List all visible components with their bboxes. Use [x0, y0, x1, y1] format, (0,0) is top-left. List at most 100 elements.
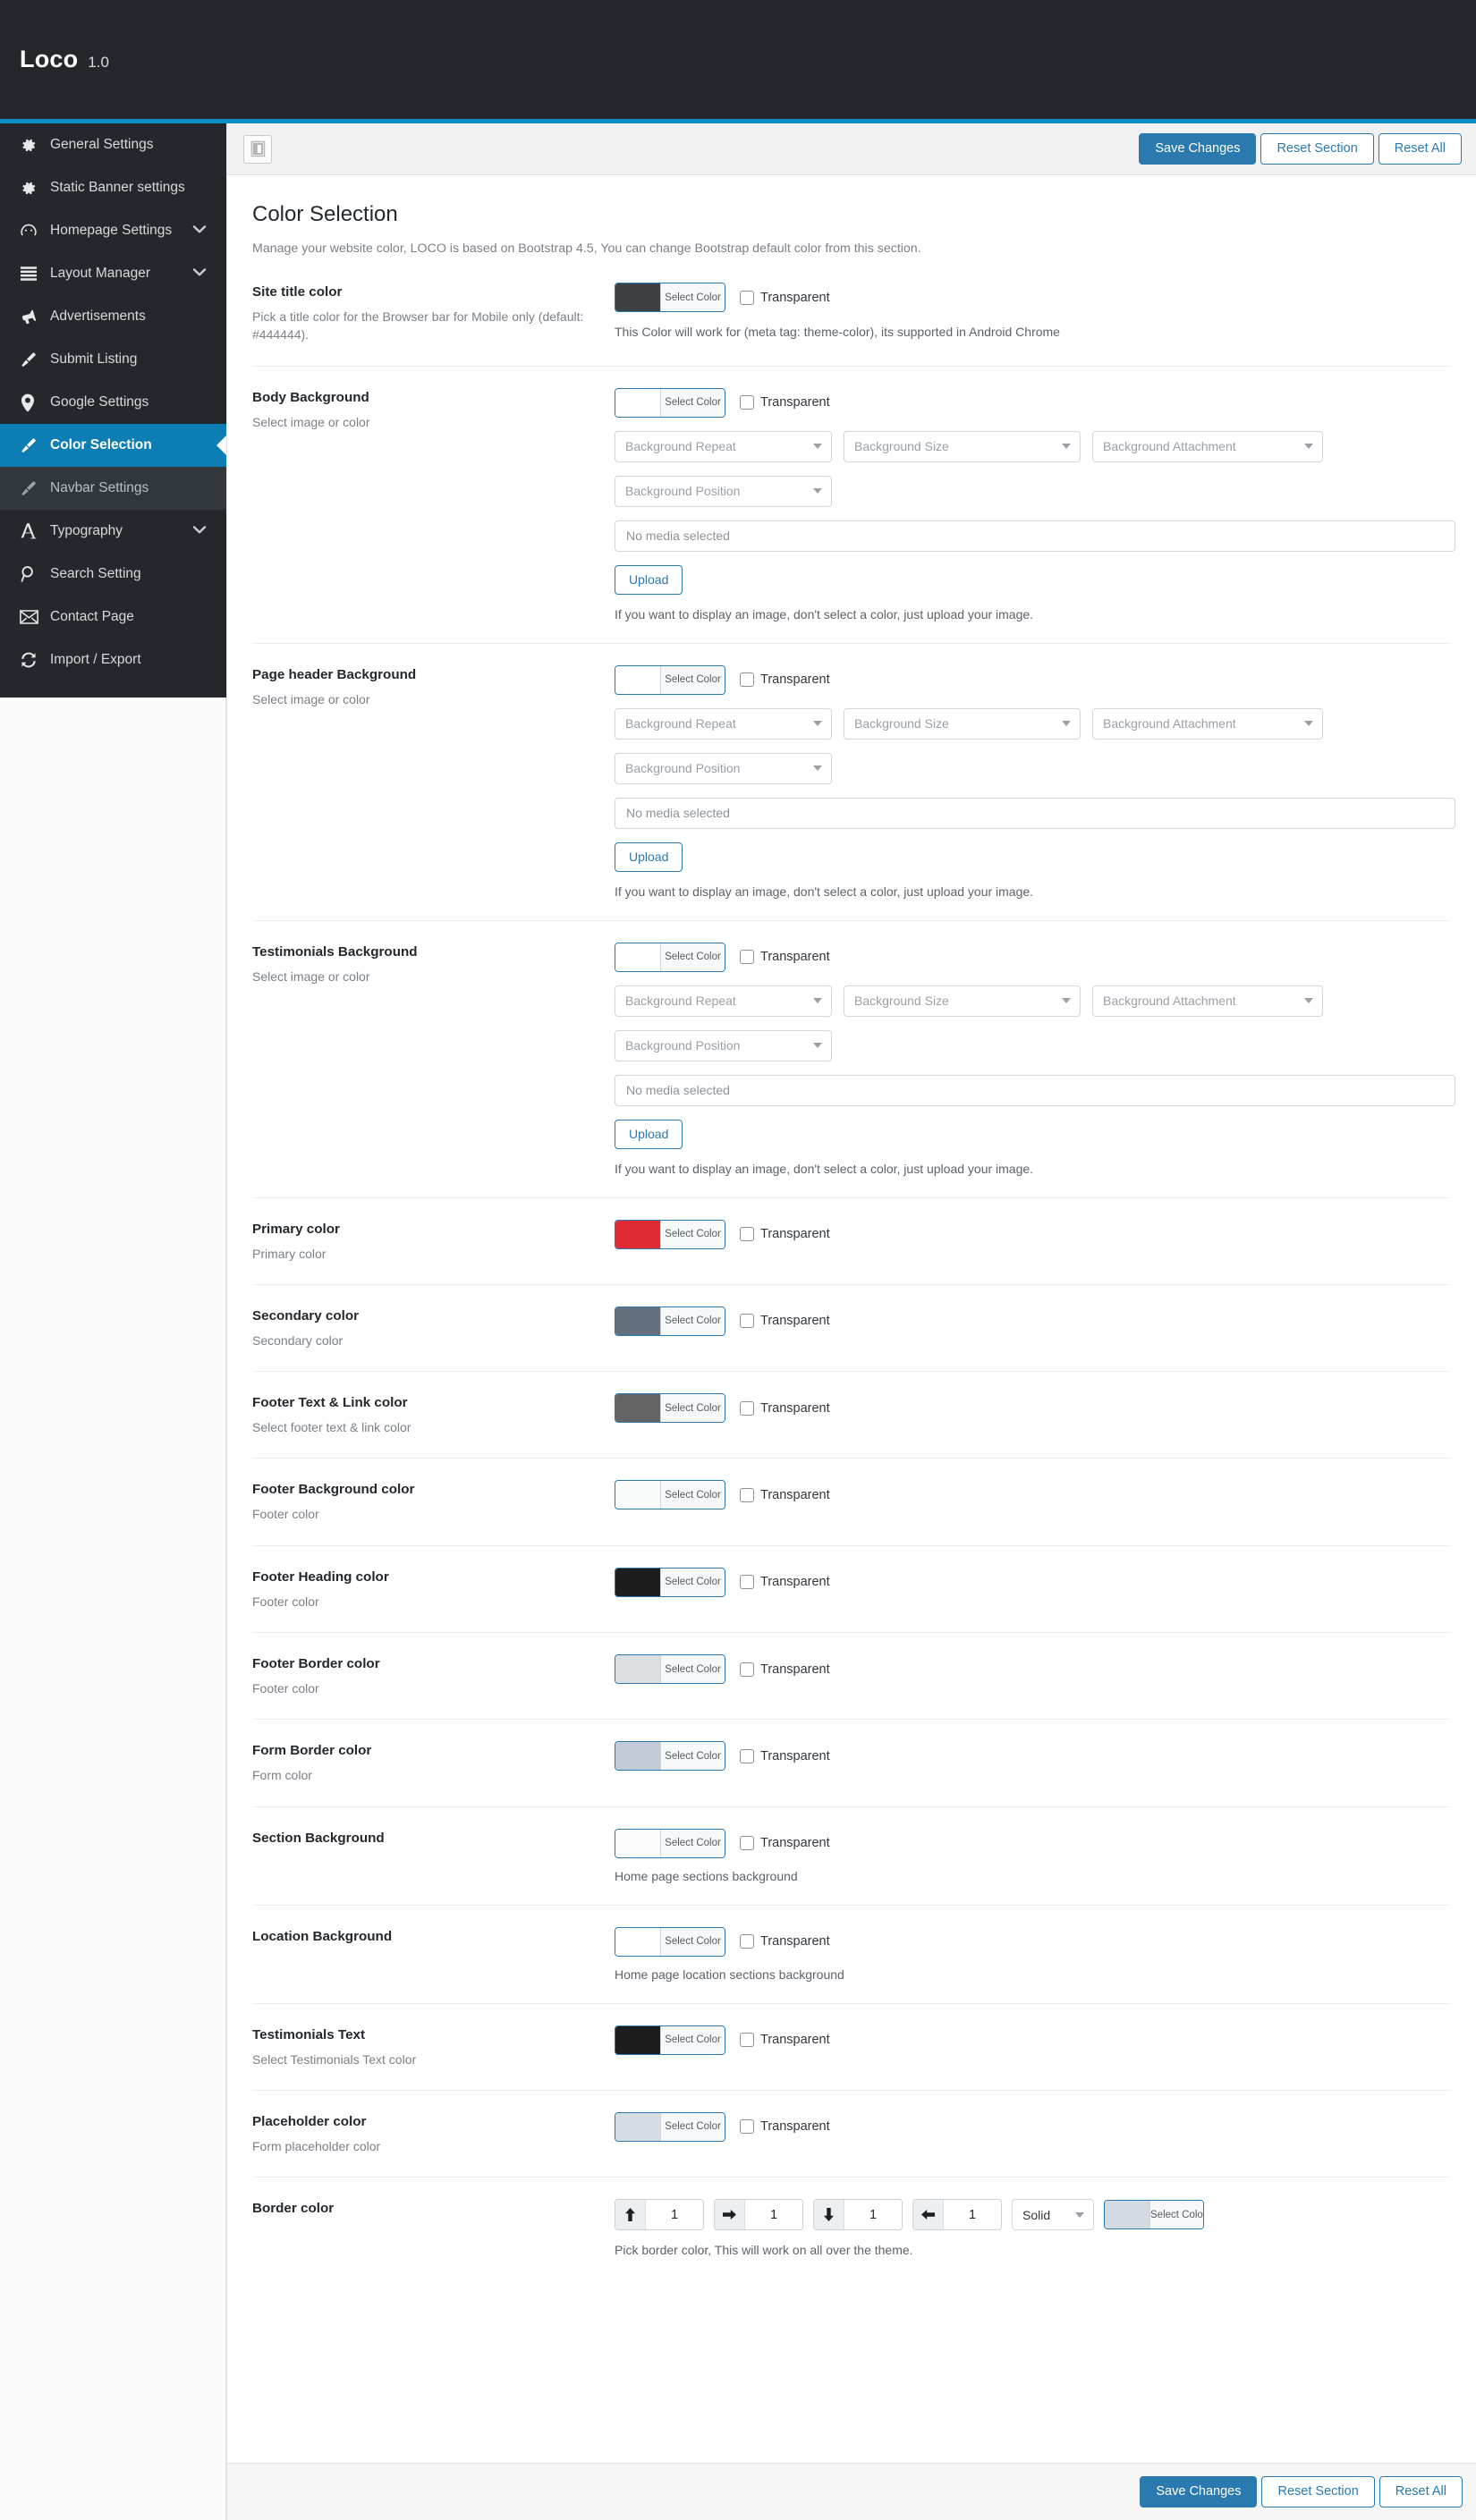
transparent-toggle[interactable]: Transparent — [740, 1227, 830, 1242]
color-picker[interactable]: Select Color — [615, 1393, 725, 1424]
color-picker[interactable]: Select Color — [615, 1480, 725, 1510]
transparent-toggle[interactable]: Transparent — [740, 395, 830, 410]
settings-field-row: Testimonials Background Select image or c… — [252, 921, 1455, 1198]
color-picker[interactable]: Select Color — [615, 2111, 725, 2142]
border-left-stepper[interactable]: 1 — [912, 2199, 1002, 2231]
color-picker[interactable]: Select Color — [615, 1926, 725, 1957]
reset-section-button-bottom[interactable]: Reset Section — [1261, 2475, 1375, 2508]
color-control-row: Select Color Transparent — [615, 283, 1451, 312]
transparent-checkbox[interactable] — [740, 1748, 754, 1763]
color-picker[interactable]: Select Color — [615, 387, 725, 418]
transparent-toggle[interactable]: Transparent — [740, 1836, 830, 1851]
sidebar-item-contact-page[interactable]: Contact Page — [0, 596, 226, 638]
chevron-down-icon[interactable] — [192, 266, 207, 282]
media-input[interactable]: No media selected — [615, 520, 1455, 552]
transparent-checkbox[interactable] — [740, 1487, 754, 1502]
transparent-label: Transparent — [760, 1662, 830, 1677]
transparent-toggle[interactable]: Transparent — [740, 2119, 830, 2135]
sidebar-item-search-setting[interactable]: Search Setting — [0, 553, 226, 596]
background-repeat-select[interactable]: Background Repeat — [615, 430, 832, 462]
sidebar-item-homepage-settings[interactable]: Homepage Settings — [0, 209, 226, 252]
background-attachment-select[interactable]: Background Attachment — [1092, 985, 1323, 1017]
transparent-toggle[interactable]: Transparent — [740, 1314, 830, 1329]
background-size-select[interactable]: Background Size — [844, 707, 1081, 740]
transparent-toggle[interactable]: Transparent — [740, 950, 830, 965]
transparent-checkbox[interactable] — [740, 950, 754, 965]
field-label-col: Primary color Primary color — [252, 1220, 615, 1263]
color-picker[interactable]: Select Color — [615, 1741, 725, 1772]
upload-button[interactable]: Upload — [615, 1119, 683, 1149]
transparent-checkbox[interactable] — [740, 290, 754, 305]
color-picker[interactable]: Select Color — [615, 1654, 725, 1685]
color-swatch — [615, 1220, 660, 1248]
field-label-col: Testimonials Background Select image or c… — [252, 943, 615, 1176]
background-position-select[interactable]: Background Position — [615, 475, 832, 507]
transparent-checkbox[interactable] — [740, 2033, 754, 2048]
color-picker[interactable]: Select Color — [615, 283, 725, 312]
color-picker[interactable]: Select Color — [615, 664, 725, 695]
reset-section-button-top[interactable]: Reset Section — [1260, 132, 1374, 165]
sidebar-item-layout-manager[interactable]: Layout Manager — [0, 252, 226, 295]
save-changes-button-bottom[interactable]: Save Changes — [1140, 2475, 1258, 2508]
color-picker[interactable]: Select Color — [615, 1828, 725, 1858]
border-right-stepper[interactable]: 1 — [714, 2199, 803, 2231]
transparent-toggle[interactable]: Transparent — [740, 1487, 830, 1502]
chevron-down-icon[interactable] — [192, 523, 207, 539]
layout-panel-icon[interactable] — [243, 134, 272, 164]
border-color-picker[interactable]: Select Color — [1104, 2200, 1204, 2230]
border-up-stepper[interactable]: 1 — [615, 2199, 704, 2231]
border-style-select[interactable]: Solid — [1012, 2199, 1094, 2231]
transparent-checkbox[interactable] — [740, 1662, 754, 1677]
background-attachment-select[interactable]: Background Attachment — [1092, 430, 1323, 462]
media-input[interactable]: No media selected — [615, 797, 1455, 829]
transparent-toggle[interactable]: Transparent — [740, 1934, 830, 1949]
transparent-toggle[interactable]: Transparent — [740, 1748, 830, 1763]
sidebar-item-navbar-settings[interactable]: Navbar Settings — [0, 467, 226, 510]
background-size-select[interactable]: Background Size — [844, 985, 1081, 1017]
sidebar-item-advertisements[interactable]: Advertisements — [0, 295, 226, 338]
transparent-toggle[interactable]: Transparent — [740, 290, 830, 305]
transparent-label: Transparent — [760, 2119, 830, 2135]
transparent-toggle[interactable]: Transparent — [740, 1662, 830, 1677]
color-picker[interactable]: Select Color — [615, 1567, 725, 1597]
color-picker[interactable]: Select Color — [615, 1219, 725, 1249]
transparent-checkbox[interactable] — [740, 2119, 754, 2135]
transparent-checkbox[interactable] — [740, 1400, 754, 1416]
reset-all-button-top[interactable]: Reset All — [1378, 132, 1462, 165]
sidebar-item-submit-listing[interactable]: Submit Listing — [0, 338, 226, 381]
sidebar-item-google-settings[interactable]: Google Settings — [0, 381, 226, 424]
color-picker[interactable]: Select Color — [615, 1306, 725, 1336]
upload-button[interactable]: Upload — [615, 841, 683, 872]
transparent-toggle[interactable]: Transparent — [740, 1575, 830, 1590]
border-down-stepper[interactable]: 1 — [813, 2199, 903, 2231]
color-picker[interactable]: Select Color — [615, 942, 725, 972]
background-attachment-select[interactable]: Background Attachment — [1092, 707, 1323, 740]
transparent-checkbox[interactable] — [740, 1227, 754, 1242]
background-position-select[interactable]: Background Position — [615, 752, 832, 784]
background-size-select[interactable]: Background Size — [844, 430, 1081, 462]
transparent-toggle[interactable]: Transparent — [740, 2033, 830, 2048]
reset-all-button-bottom[interactable]: Reset All — [1378, 2475, 1463, 2508]
transparent-toggle[interactable]: Transparent — [740, 672, 830, 688]
sidebar-item-general-settings[interactable]: General Settings — [0, 123, 226, 166]
chevron-down-icon[interactable] — [192, 223, 207, 239]
transparent-checkbox[interactable] — [740, 1934, 754, 1949]
sidebar-item-static-banner-settings[interactable]: Static Banner settings — [0, 166, 226, 209]
transparent-checkbox[interactable] — [740, 1314, 754, 1329]
transparent-checkbox[interactable] — [740, 1836, 754, 1851]
background-repeat-select[interactable]: Background Repeat — [615, 985, 832, 1017]
transparent-checkbox[interactable] — [740, 395, 754, 410]
sidebar-item-color-selection[interactable]: Color Selection — [0, 424, 226, 467]
sidebar-item-import-export[interactable]: Import / Export — [0, 638, 226, 681]
upload-button[interactable]: Upload — [615, 564, 683, 595]
color-swatch — [615, 388, 660, 417]
background-repeat-select[interactable]: Background Repeat — [615, 707, 832, 740]
transparent-checkbox[interactable] — [740, 672, 754, 688]
transparent-toggle[interactable]: Transparent — [740, 1400, 830, 1416]
sidebar-item-typography[interactable]: Typography — [0, 510, 226, 553]
transparent-checkbox[interactable] — [740, 1575, 754, 1590]
media-input[interactable]: No media selected — [615, 1074, 1455, 1106]
background-position-select[interactable]: Background Position — [615, 1029, 832, 1061]
color-picker[interactable]: Select Color — [615, 2025, 725, 2055]
save-changes-button-top[interactable]: Save Changes — [1139, 132, 1257, 165]
